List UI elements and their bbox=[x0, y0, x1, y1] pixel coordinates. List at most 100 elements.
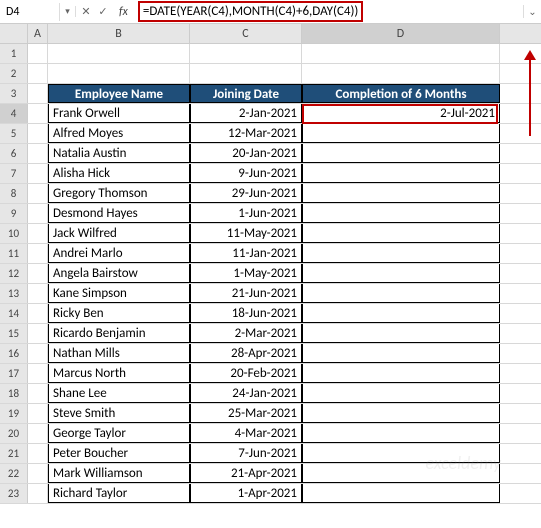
cell-completion[interactable] bbox=[302, 164, 500, 183]
cell-employee[interactable]: Jack Wilfred bbox=[48, 224, 190, 243]
row-header[interactable]: 13 bbox=[0, 284, 28, 303]
cell-joining[interactable]: 29-Jun-2021 bbox=[190, 184, 302, 203]
cell[interactable] bbox=[28, 104, 48, 123]
cell-completion[interactable] bbox=[302, 384, 500, 403]
col-header-A[interactable]: A bbox=[28, 24, 48, 43]
cell[interactable] bbox=[28, 264, 48, 283]
cell-joining[interactable]: 4-Mar-2021 bbox=[190, 424, 302, 443]
cell-joining[interactable]: 7-Jun-2021 bbox=[190, 444, 302, 463]
cell-completion[interactable] bbox=[302, 404, 500, 423]
cell[interactable] bbox=[28, 384, 48, 403]
row-header[interactable]: 1 bbox=[0, 44, 28, 63]
cell-completion[interactable] bbox=[302, 364, 500, 383]
cell[interactable] bbox=[28, 344, 48, 363]
cell-completion[interactable]: 2-Jul-2021 bbox=[302, 104, 500, 123]
cell-employee[interactable]: Ricardo Benjamin bbox=[48, 324, 190, 343]
header-joining[interactable]: Joining Date bbox=[190, 84, 302, 103]
cell[interactable] bbox=[28, 464, 48, 483]
cell-employee[interactable]: Ricky Ben bbox=[48, 304, 190, 323]
header-completion[interactable]: Completion of 6 Months bbox=[302, 84, 500, 103]
cell[interactable] bbox=[28, 204, 48, 223]
cell-joining[interactable]: 11-May-2021 bbox=[190, 224, 302, 243]
row-header[interactable]: 23 bbox=[0, 484, 28, 503]
cell-employee[interactable] bbox=[48, 64, 190, 83]
row-header[interactable]: 12 bbox=[0, 264, 28, 283]
row-header[interactable]: 7 bbox=[0, 164, 28, 183]
col-header-D[interactable]: D bbox=[302, 24, 500, 43]
row-header[interactable]: 20 bbox=[0, 424, 28, 443]
cell-employee[interactable]: Alfred Moyes bbox=[48, 124, 190, 143]
row-header[interactable]: 2 bbox=[0, 64, 28, 83]
row-header[interactable]: 11 bbox=[0, 244, 28, 263]
cell[interactable] bbox=[28, 224, 48, 243]
fx-icon[interactable]: fx bbox=[115, 5, 132, 19]
cell-completion[interactable] bbox=[302, 144, 500, 163]
cell-employee[interactable]: Natalia Austin bbox=[48, 144, 190, 163]
expand-formula-bar-icon[interactable]: ⌄ bbox=[523, 5, 541, 18]
cell-completion[interactable] bbox=[302, 324, 500, 343]
cell[interactable] bbox=[28, 124, 48, 143]
cell[interactable] bbox=[28, 244, 48, 263]
cell-completion[interactable] bbox=[302, 224, 500, 243]
cell[interactable] bbox=[28, 164, 48, 183]
name-box-dropdown-icon[interactable]: ▾ bbox=[60, 6, 76, 17]
cell-completion[interactable] bbox=[302, 424, 500, 443]
cell-joining[interactable]: 1-Jun-2021 bbox=[190, 204, 302, 223]
cell-joining[interactable]: 2-Jan-2021 bbox=[190, 104, 302, 123]
cell-completion[interactable] bbox=[302, 444, 500, 463]
cell-employee[interactable]: Alisha Hick bbox=[48, 164, 190, 183]
cell-employee[interactable]: Frank Orwell bbox=[48, 104, 190, 123]
cell-employee[interactable]: Nathan Mills bbox=[48, 344, 190, 363]
cell-joining[interactable] bbox=[190, 44, 302, 63]
row-header[interactable]: 22 bbox=[0, 464, 28, 483]
row-header[interactable]: 10 bbox=[0, 224, 28, 243]
row-header[interactable]: 19 bbox=[0, 404, 28, 423]
row-header[interactable]: 16 bbox=[0, 344, 28, 363]
cell-joining[interactable]: 28-Apr-2021 bbox=[190, 344, 302, 363]
header-employee[interactable]: Employee Name bbox=[48, 84, 190, 103]
cell[interactable] bbox=[28, 44, 48, 63]
cell-completion[interactable] bbox=[302, 124, 500, 143]
cell-employee[interactable]: Peter Boucher bbox=[48, 444, 190, 463]
row-header[interactable]: 17 bbox=[0, 364, 28, 383]
row-header[interactable]: 3 bbox=[0, 84, 28, 103]
select-all-corner[interactable] bbox=[0, 24, 28, 43]
cell-employee[interactable]: Richard Taylor bbox=[48, 484, 190, 503]
cell-completion[interactable] bbox=[302, 64, 500, 83]
cell-joining[interactable] bbox=[190, 64, 302, 83]
cell[interactable] bbox=[28, 324, 48, 343]
cell[interactable] bbox=[28, 144, 48, 163]
row-header[interactable]: 14 bbox=[0, 304, 28, 323]
cell[interactable] bbox=[28, 284, 48, 303]
name-box[interactable]: D4 bbox=[0, 3, 60, 21]
cell[interactable] bbox=[28, 184, 48, 203]
cell[interactable] bbox=[28, 404, 48, 423]
cancel-formula-icon[interactable]: ✕ bbox=[78, 5, 94, 18]
row-header[interactable]: 18 bbox=[0, 384, 28, 403]
cell[interactable] bbox=[28, 64, 48, 83]
cell-joining[interactable]: 1-May-2021 bbox=[190, 264, 302, 283]
row-header[interactable]: 8 bbox=[0, 184, 28, 203]
cell[interactable] bbox=[28, 424, 48, 443]
col-header-C[interactable]: C bbox=[190, 24, 302, 43]
cell-completion[interactable] bbox=[302, 264, 500, 283]
cell-completion[interactable] bbox=[302, 244, 500, 263]
cell-joining[interactable]: 18-Jun-2021 bbox=[190, 304, 302, 323]
formula-input[interactable]: =DATE(YEAR(C4),MONTH(C4)+6,DAY(C4)) bbox=[134, 2, 521, 21]
cell-employee[interactable]: Steve Smith bbox=[48, 404, 190, 423]
cell-employee[interactable]: Angela Bairstow bbox=[48, 264, 190, 283]
cell[interactable] bbox=[28, 364, 48, 383]
cell-completion[interactable] bbox=[302, 204, 500, 223]
cell-employee[interactable]: Desmond Hayes bbox=[48, 204, 190, 223]
cell-joining[interactable]: 11-Jan-2021 bbox=[190, 244, 302, 263]
cell-joining[interactable]: 9-Jun-2021 bbox=[190, 164, 302, 183]
col-header-B[interactable]: B bbox=[48, 24, 190, 43]
cell-completion[interactable] bbox=[302, 304, 500, 323]
cell-joining[interactable]: 21-Jun-2021 bbox=[190, 284, 302, 303]
cell-completion[interactable] bbox=[302, 344, 500, 363]
row-header[interactable]: 4 bbox=[0, 104, 28, 123]
row-header[interactable]: 6 bbox=[0, 144, 28, 163]
accept-formula-icon[interactable]: ✓ bbox=[95, 5, 111, 18]
cell-joining[interactable]: 1-Apr-2021 bbox=[190, 484, 302, 503]
cell[interactable] bbox=[28, 84, 48, 103]
